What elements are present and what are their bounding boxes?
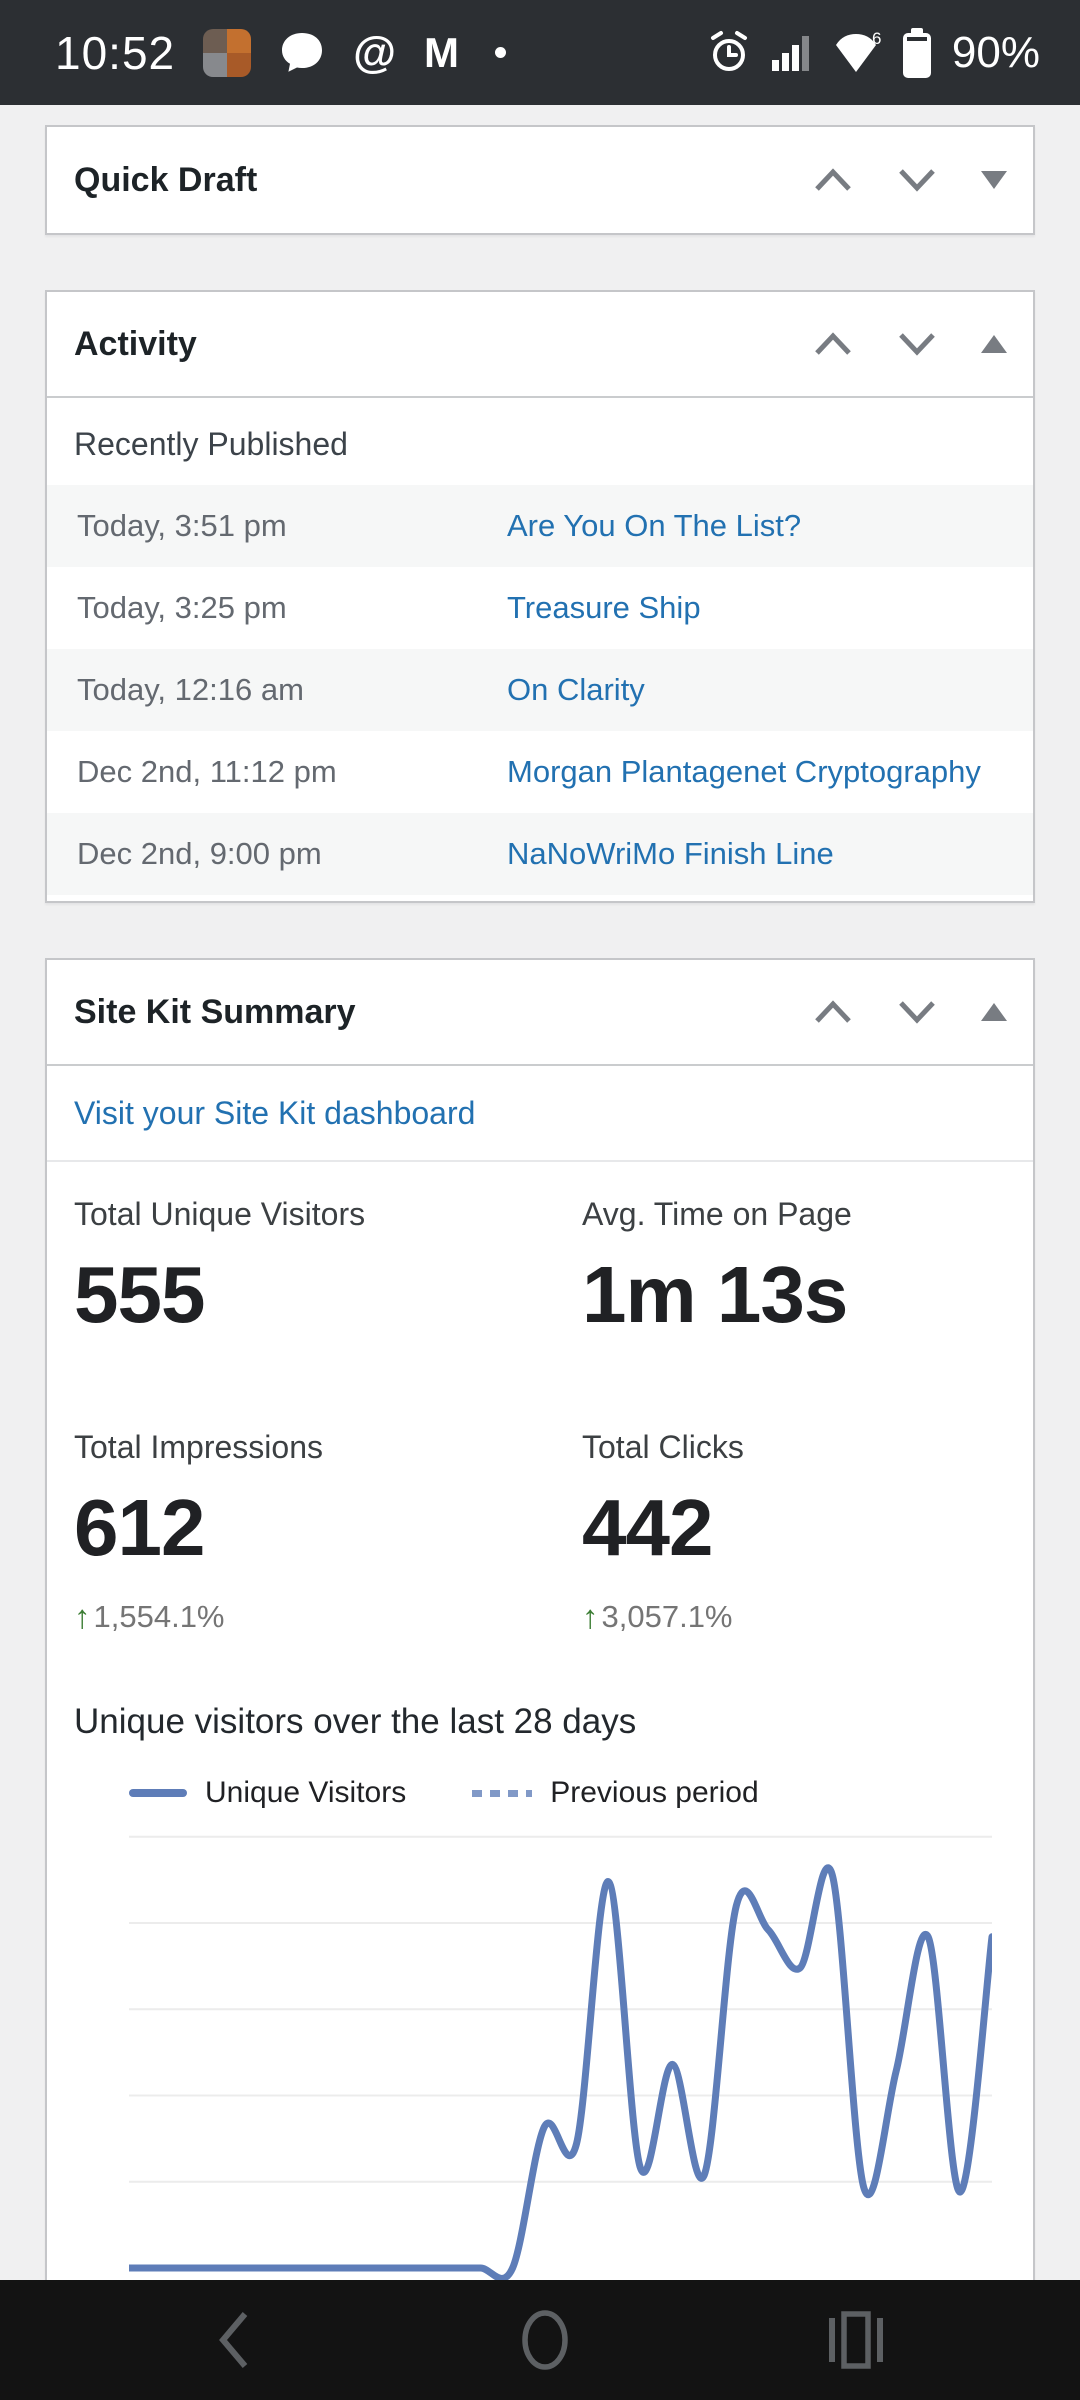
move-down-icon[interactable] (897, 167, 937, 193)
home-button[interactable] (485, 2280, 605, 2400)
stat-value: 555 (74, 1247, 582, 1343)
stat-value: 612 (74, 1480, 582, 1576)
home-circle-icon (519, 2307, 571, 2373)
panel-title: Activity (74, 325, 197, 364)
quick-draft-header[interactable]: Quick Draft (47, 127, 1033, 233)
recently-published-list: Today, 3:51 pm Are You On The List? Toda… (47, 485, 1033, 901)
dashboard-content: Quick Draft Activity Recently Published … (0, 105, 1080, 2290)
site-kit-header[interactable]: Site Kit Summary (47, 960, 1033, 1066)
stat-label: Avg. Time on Page (582, 1196, 1006, 1233)
quick-draft-panel: Quick Draft (45, 125, 1035, 235)
post-link[interactable]: Morgan Plantagenet Cryptography (507, 754, 981, 790)
stat-label: Total Unique Visitors (74, 1196, 582, 1233)
cellular-signal-icon (770, 32, 814, 74)
post-date: Today, 12:16 am (77, 672, 507, 708)
visitors-line-chart (129, 1818, 992, 2288)
collapse-toggle-icon[interactable] (981, 171, 1007, 189)
activity-panel: Activity Recently Published Today, 3:51 … (45, 290, 1035, 903)
stat-value: 1m 13s (582, 1247, 1006, 1343)
back-button[interactable] (174, 2280, 294, 2400)
move-down-icon[interactable] (897, 331, 937, 357)
post-link[interactable]: On Clarity (507, 672, 645, 708)
status-bar: 10:52 @ M 6 90% (0, 0, 1080, 105)
published-post-row: Dec 2nd, 9:00 pm NaNoWriMo Finish Line (47, 813, 1033, 895)
site-kit-dashboard-link[interactable]: Visit your Site Kit dashboard (74, 1095, 475, 1132)
post-date: Dec 2nd, 11:12 pm (77, 754, 507, 790)
collapse-toggle-icon[interactable] (981, 335, 1007, 353)
clock-time: 10:52 (55, 26, 175, 80)
published-post-row: Today, 3:51 pm Are You On The List? (47, 485, 1033, 567)
legend-label: Unique Visitors (205, 1776, 406, 1810)
published-post-row: Dec 2nd, 11:12 pm Morgan Plantagenet Cry… (47, 731, 1033, 813)
stat-change: ↑ 3,057.1% (582, 1598, 1006, 1636)
back-chevron-icon (211, 2308, 257, 2372)
panel-title: Quick Draft (74, 161, 257, 200)
up-arrow-icon: ↑ (74, 1598, 91, 1636)
recents-icon (823, 2308, 889, 2372)
photo-notification-icon (203, 29, 251, 77)
chart-legend: Unique Visitors Previous period (129, 1774, 1033, 1812)
stat-label: Total Impressions (74, 1429, 582, 1466)
move-up-icon[interactable] (813, 999, 853, 1025)
recently-published-heading: Recently Published (47, 398, 1033, 485)
collapse-toggle-icon[interactable] (981, 1003, 1007, 1021)
battery-percent: 90% (952, 28, 1040, 78)
published-post-row: Today, 3:25 pm Treasure Ship (47, 567, 1033, 649)
threads-icon: @ (353, 31, 396, 75)
messages-bubble-icon (279, 31, 325, 75)
battery-icon (900, 26, 934, 80)
overflow-dot-icon (495, 47, 506, 58)
change-percent: 3,057.1% (602, 1598, 733, 1636)
site-kit-stats-grid: Total Unique Visitors 555 Avg. Time on P… (47, 1162, 1033, 1636)
site-kit-dashboard-link-row: Visit your Site Kit dashboard (47, 1066, 1033, 1162)
stat-value: 442 (582, 1480, 1006, 1576)
post-link[interactable]: Are You On The List? (507, 508, 801, 544)
published-post-row: Today, 12:16 am On Clarity (47, 649, 1033, 731)
post-link[interactable]: Treasure Ship (507, 590, 701, 626)
post-date: Today, 3:25 pm (77, 590, 507, 626)
move-up-icon[interactable] (813, 167, 853, 193)
move-down-icon[interactable] (897, 999, 937, 1025)
legend-dashed-line-swatch (472, 1790, 532, 1797)
recents-button[interactable] (796, 2280, 916, 2400)
post-date: Dec 2nd, 9:00 pm (77, 836, 507, 872)
panel-title: Site Kit Summary (74, 993, 356, 1032)
post-link[interactable]: NaNoWriMo Finish Line (507, 836, 834, 872)
chart-heading: Unique visitors over the last 28 days (47, 1700, 1033, 1744)
change-percent: 1,554.1% (94, 1598, 225, 1636)
site-kit-summary-panel: Site Kit Summary Visit your Site Kit das… (45, 958, 1035, 2290)
up-arrow-icon: ↑ (582, 1598, 599, 1636)
stat-unique-visitors: Total Unique Visitors 555 (74, 1196, 582, 1343)
stat-avg-time: Avg. Time on Page 1m 13s (582, 1196, 1006, 1343)
move-up-icon[interactable] (813, 331, 853, 357)
wifi-icon: 6 (832, 30, 882, 76)
stat-impressions: Total Impressions 612 ↑ 1,554.1% (74, 1429, 582, 1636)
post-date: Today, 3:51 pm (77, 508, 507, 544)
stat-clicks: Total Clicks 442 ↑ 3,057.1% (582, 1429, 1006, 1636)
stat-label: Total Clicks (582, 1429, 1006, 1466)
legend-label: Previous period (550, 1776, 758, 1810)
alarm-clock-icon (706, 30, 752, 76)
legend-solid-line-swatch (129, 1789, 187, 1797)
activity-header[interactable]: Activity (47, 292, 1033, 398)
android-navigation-bar (0, 2280, 1080, 2400)
gmail-icon: M (424, 32, 459, 74)
stat-change: ↑ 1,554.1% (74, 1598, 582, 1636)
svg-text:6: 6 (872, 30, 881, 48)
